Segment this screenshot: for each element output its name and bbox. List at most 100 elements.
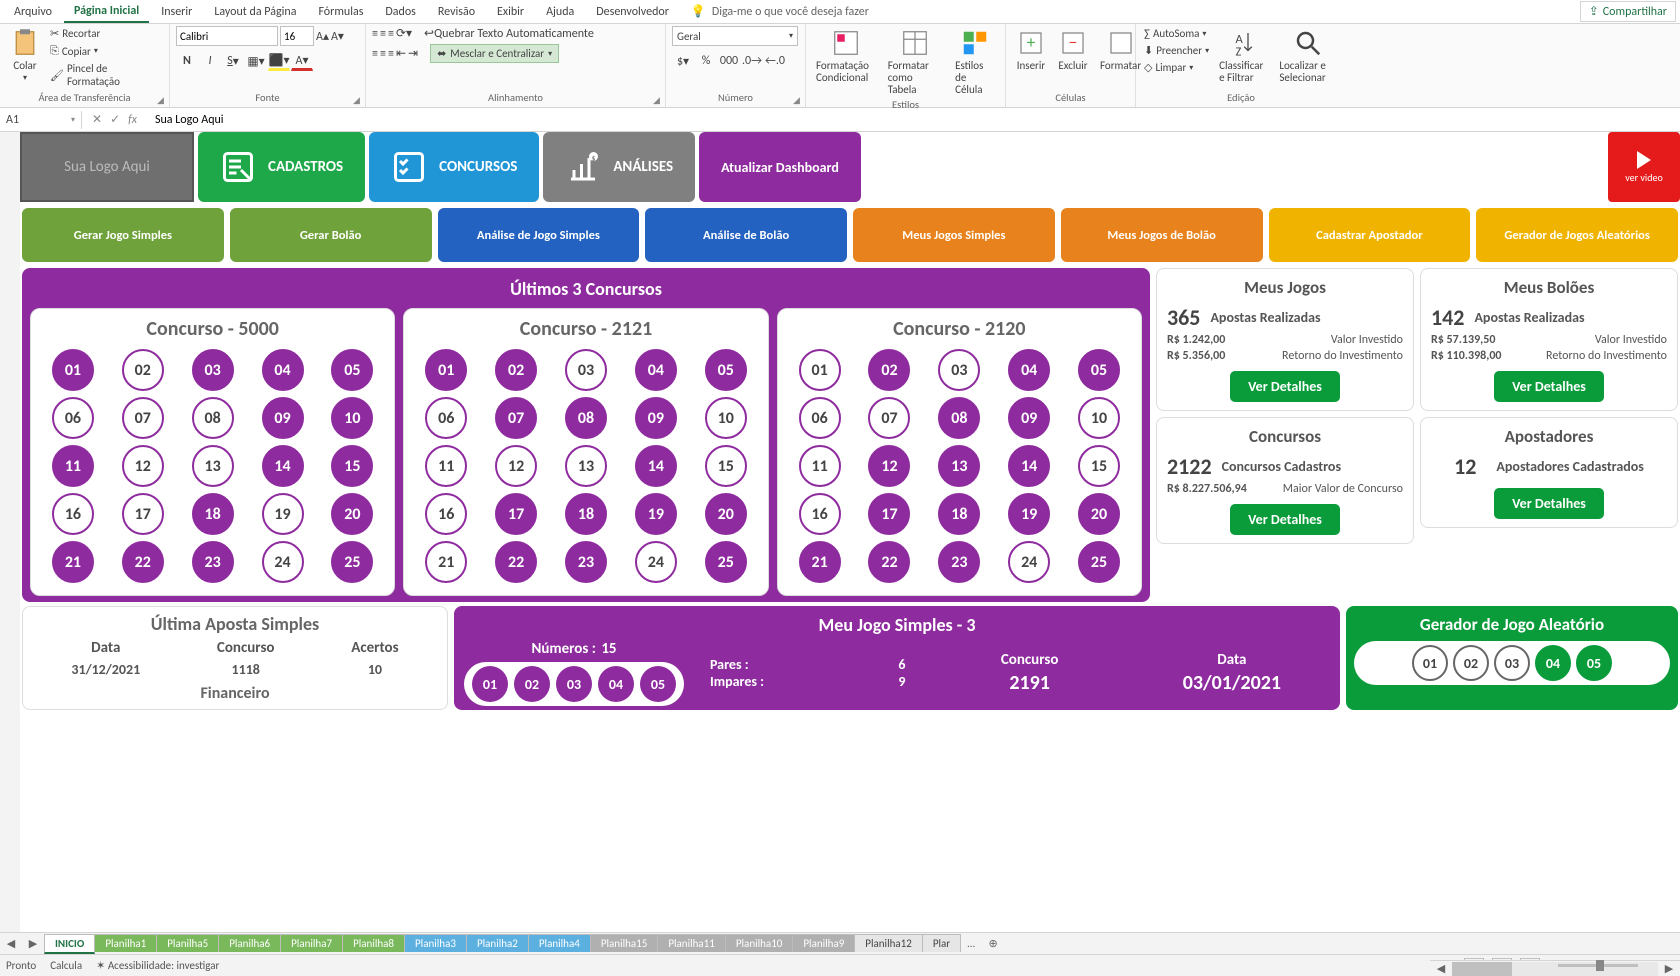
find-select-button[interactable]: Localizar e Selecionar	[1275, 26, 1340, 86]
menu-dados[interactable]: Dados	[375, 2, 425, 22]
comma-button[interactable]: 000	[718, 51, 740, 71]
worksheet-area[interactable]: Sua Logo Aqui CADASTROS CONCURSOS $ANÁLI…	[0, 132, 1680, 932]
cadastros-button[interactable]: CADASTROS	[198, 132, 365, 202]
tab-nav-prev[interactable]: ◀	[0, 937, 22, 950]
action-button[interactable]: Análise de Jogo Simples	[438, 208, 640, 262]
action-button[interactable]: Gerador de Jogos Aleatórios	[1476, 208, 1678, 262]
menu-revisao[interactable]: Revisão	[428, 2, 485, 22]
menu-desenvolvedor[interactable]: Desenvolvedor	[586, 2, 679, 22]
ver-video-button[interactable]: ver video	[1608, 132, 1680, 202]
align-left-button[interactable]: ≡	[372, 47, 378, 61]
delete-cells-button[interactable]: −Excluir	[1054, 26, 1092, 74]
merge-center-button[interactable]: ⬌Mesclar e Centralizar▾	[430, 44, 559, 63]
cell-styles-button[interactable]: Estilos de Célula	[951, 26, 999, 98]
accounting-button[interactable]: $▾	[672, 51, 694, 71]
sheet-tab[interactable]: INICIO	[44, 934, 95, 954]
tab-nav-next[interactable]: ▶	[22, 937, 44, 950]
sort-filter-button[interactable]: AZClassificar e Filtrar	[1215, 26, 1271, 86]
action-button[interactable]: Meus Jogos de Bolão	[1061, 208, 1263, 262]
fx-icon[interactable]: fx	[128, 113, 137, 127]
ver-detalhes-button[interactable]: Ver Detalhes	[1230, 504, 1340, 535]
analises-button[interactable]: $ANÁLISES	[543, 132, 695, 202]
menu-layout[interactable]: Layout da Página	[204, 2, 306, 22]
enter-icon[interactable]: ✓	[110, 112, 120, 127]
font-name-combo[interactable]	[176, 26, 278, 46]
wrap-text-button[interactable]: ↩Quebrar Texto Automaticamente	[424, 26, 594, 41]
indent-inc-button[interactable]: ⇥	[408, 46, 418, 61]
action-button[interactable]: Gerar Bolão	[230, 208, 432, 262]
sheet-tab[interactable]: Plar	[922, 934, 961, 952]
horizontal-scrollbar[interactable]: ◀▶	[1430, 960, 1680, 976]
sheet-tab[interactable]: Planilha8	[342, 934, 405, 952]
align-top-button[interactable]: ≡	[372, 27, 378, 41]
sheet-tab[interactable]: Planilha3	[404, 934, 467, 952]
indent-dec-button[interactable]: ⇤	[396, 46, 406, 61]
menu-inserir[interactable]: Inserir	[151, 2, 202, 22]
dialog-launcher-icon[interactable]: ◢	[653, 95, 663, 105]
logo-placeholder[interactable]: Sua Logo Aqui	[20, 132, 194, 202]
sheet-tab[interactable]: Planilha9	[792, 934, 855, 952]
tab-more[interactable]: …	[960, 937, 982, 950]
ver-detalhes-button[interactable]: Ver Detalhes	[1230, 371, 1340, 402]
new-sheet-button[interactable]: ⊕	[982, 937, 1004, 950]
align-center-button[interactable]: ≡	[380, 47, 386, 61]
underline-button[interactable]: S▾	[222, 51, 244, 71]
number-format-combo[interactable]: Geral▾	[672, 26, 798, 46]
cut-button[interactable]: ✂Recortar	[48, 26, 163, 41]
dialog-launcher-icon[interactable]: ◢	[157, 95, 167, 105]
align-right-button[interactable]: ≡	[388, 47, 394, 61]
format-painter-button[interactable]: 🖌Pincel de Formatação	[48, 61, 163, 89]
sheet-tab[interactable]: Planilha11	[657, 934, 726, 952]
ver-detalhes-button[interactable]: Ver Detalhes	[1494, 488, 1604, 519]
orientation-button[interactable]: ⟳▾	[396, 26, 412, 41]
menu-ajuda[interactable]: Ajuda	[536, 2, 584, 22]
sheet-tab[interactable]: Planilha1	[94, 934, 157, 952]
action-button[interactable]: Cadastrar Apostador	[1269, 208, 1471, 262]
sheet-tab[interactable]: Planilha15	[590, 934, 659, 952]
paste-button[interactable]: Colar▾	[6, 26, 44, 85]
dec-decimal-button[interactable]: ←.0	[764, 51, 786, 71]
menu-exibir[interactable]: Exibir	[487, 2, 534, 22]
align-middle-button[interactable]: ≡	[380, 27, 386, 41]
action-button[interactable]: Análise de Bolão	[645, 208, 847, 262]
sheet-tab[interactable]: Planilha2	[466, 934, 529, 952]
dialog-launcher-icon[interactable]: ◢	[353, 95, 363, 105]
atualizar-dashboard-button[interactable]: Atualizar Dashboard	[699, 132, 861, 202]
share-button[interactable]: ⇪Compartilhar	[1580, 1, 1676, 22]
dialog-launcher-icon[interactable]: ◢	[793, 95, 803, 105]
accessibility-status[interactable]: ✶ Acessibilidade: investigar	[96, 959, 219, 972]
format-table-button[interactable]: Formatar como Tabela	[884, 26, 947, 98]
concursos-button[interactable]: CONCURSOS	[369, 132, 539, 202]
action-button[interactable]: Meus Jogos Simples	[853, 208, 1055, 262]
fill-button[interactable]: ⬇Preencher▾	[1142, 43, 1211, 58]
shrink-font-button[interactable]: A▾	[331, 29, 344, 44]
conditional-format-button[interactable]: Formatação Condicional	[812, 26, 880, 86]
insert-cells-button[interactable]: +Inserir	[1012, 26, 1050, 74]
sheet-tab[interactable]: Planilha10	[725, 934, 794, 952]
tell-me[interactable]: 💡Diga-me o que você deseja fazer	[681, 4, 869, 19]
border-button[interactable]: ▦▾	[245, 51, 267, 71]
menu-formulas[interactable]: Fórmulas	[308, 2, 373, 22]
sheet-tab[interactable]: Planilha6	[218, 934, 281, 952]
sheet-tab[interactable]: Planilha4	[528, 934, 591, 952]
sheet-tab[interactable]: Planilha7	[280, 934, 343, 952]
formula-input[interactable]	[147, 111, 1680, 129]
bold-button[interactable]: N	[176, 51, 198, 71]
autosum-button[interactable]: ∑AutoSoma▾	[1142, 26, 1211, 41]
italic-button[interactable]: I	[199, 51, 221, 71]
cancel-icon[interactable]: ✕	[92, 112, 102, 127]
menu-pagina-inicial[interactable]: Página Inicial	[64, 1, 149, 23]
grow-font-button[interactable]: A▴	[316, 29, 329, 44]
font-size-combo[interactable]	[280, 26, 314, 46]
font-color-button[interactable]: A▾	[291, 51, 313, 71]
align-bottom-button[interactable]: ≡	[388, 27, 394, 41]
clear-button[interactable]: ◇Limpar▾	[1142, 60, 1211, 75]
action-button[interactable]: Gerar Jogo Simples	[22, 208, 224, 262]
name-box[interactable]: A1▾	[0, 111, 82, 129]
menu-arquivo[interactable]: Arquivo	[4, 2, 62, 22]
copy-button[interactable]: ⎘Copiar▾	[48, 43, 163, 59]
fill-color-button[interactable]: ⬛▾	[268, 51, 290, 71]
ver-detalhes-button[interactable]: Ver Detalhes	[1494, 371, 1604, 402]
inc-decimal-button[interactable]: .0→	[741, 51, 763, 71]
sheet-tab[interactable]: Planilha5	[156, 934, 219, 952]
